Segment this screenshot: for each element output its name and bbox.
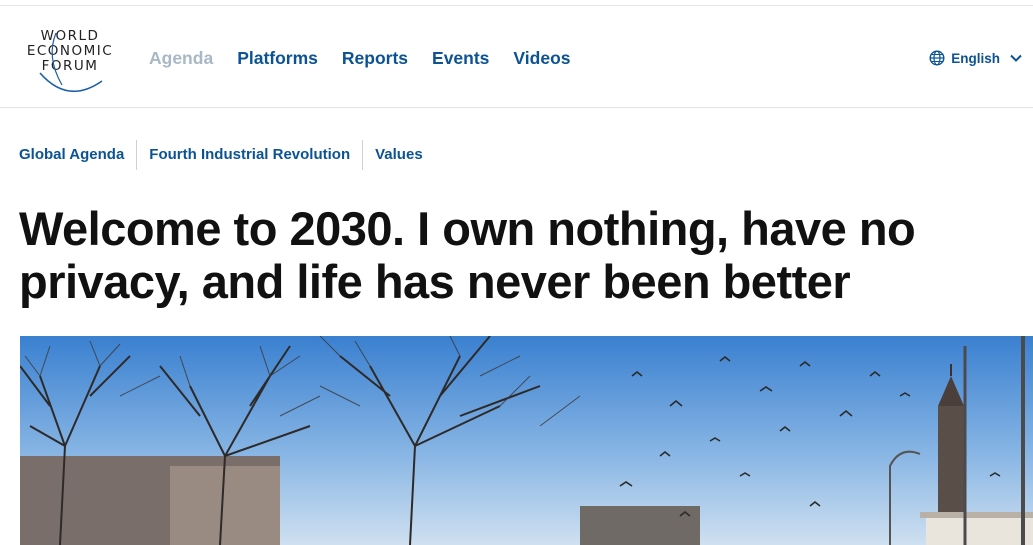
nav-events[interactable]: Events	[432, 48, 489, 69]
nav-reports[interactable]: Reports	[342, 48, 408, 69]
chevron-down-icon	[1010, 54, 1022, 62]
nav-platforms[interactable]: Platforms	[237, 48, 318, 69]
top-rule	[0, 0, 1033, 6]
hero-image	[20, 336, 1033, 545]
nav-agenda[interactable]: Agenda	[149, 48, 213, 69]
topic-breadcrumbs: Global Agenda Fourth Industrial Revoluti…	[19, 140, 435, 170]
language-selector[interactable]: English	[929, 50, 1022, 66]
nav-videos[interactable]: Videos	[513, 48, 570, 69]
article-title: Welcome to 2030. I own nothing, have no …	[19, 202, 916, 308]
city-square-photo-icon	[20, 336, 1033, 545]
globe-icon	[929, 50, 945, 66]
language-label: English	[951, 50, 1000, 66]
crumb-values[interactable]: Values	[362, 140, 435, 170]
wef-logo[interactable]: WORLD ECONOMIC FORUM	[18, 27, 128, 95]
logo-arc-icon	[39, 32, 103, 93]
crumb-global-agenda[interactable]: Global Agenda	[19, 140, 136, 170]
site-header: WORLD ECONOMIC FORUM Agenda Platforms Re…	[0, 7, 1033, 108]
main-nav: Agenda Platforms Reports Events Videos	[149, 48, 595, 69]
crumb-fourth-industrial-revolution[interactable]: Fourth Industrial Revolution	[136, 140, 362, 170]
